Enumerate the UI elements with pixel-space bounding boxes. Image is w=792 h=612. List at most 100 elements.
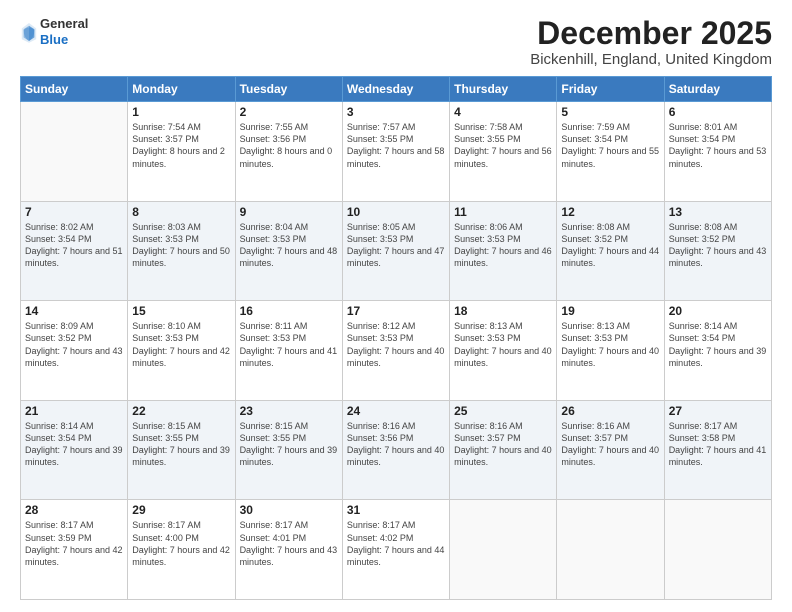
cell-sun-info: Sunrise: 8:06 AMSunset: 3:53 PMDaylight:… xyxy=(454,221,552,270)
col-monday: Monday xyxy=(128,77,235,102)
cell-day-number: 18 xyxy=(454,304,552,318)
table-row: 19Sunrise: 8:13 AMSunset: 3:53 PMDayligh… xyxy=(557,301,664,401)
cell-day-number: 19 xyxy=(561,304,659,318)
table-row: 8 Sunrise: 8:03 AMSunset: 3:53 PMDaylight… xyxy=(128,201,235,301)
cell-sun-info: Sunrise: 7:54 AMSunset: 3:57 PMDaylight:… xyxy=(132,121,230,170)
cell-day-number: 3 xyxy=(347,105,445,119)
table-row xyxy=(664,500,771,600)
cell-sun-info: Sunrise: 8:15 AMSunset: 3:55 PMDaylight:… xyxy=(132,420,230,469)
cell-sun-info: Sunrise: 8:01 AMSunset: 3:54 PMDaylight:… xyxy=(669,121,767,170)
calendar-week-row: 1 Sunrise: 7:54 AMSunset: 3:57 PMDaylight… xyxy=(21,102,772,202)
cell-sun-info: Sunrise: 8:08 AMSunset: 3:52 PMDaylight:… xyxy=(669,221,767,270)
table-row: 22 Sunrise: 8:15 AMSunset: 3:55 PMDayligh… xyxy=(128,400,235,500)
cell-day-number: 5 xyxy=(561,105,659,119)
cell-day-number: 25 xyxy=(454,404,552,418)
cell-sun-info: Sunrise: 8:03 AMSunset: 3:53 PMDaylight:… xyxy=(132,221,230,270)
cell-sun-info: Sunrise: 8:16 AMSunset: 3:57 PMDaylight:… xyxy=(561,420,659,469)
cell-day-number: 14 xyxy=(25,304,123,318)
table-row: 21 Sunrise: 8:14 AMSunset: 3:54 PMDayligh… xyxy=(21,400,128,500)
cell-day-number: 16 xyxy=(240,304,338,318)
cell-sun-info: Sunrise: 8:17 AMSunset: 4:00 PMDaylight:… xyxy=(132,519,230,568)
table-row xyxy=(450,500,557,600)
table-row: 26 Sunrise: 8:16 AMSunset: 3:57 PMDayligh… xyxy=(557,400,664,500)
table-row: 25Sunrise: 8:16 AMSunset: 3:57 PMDayligh… xyxy=(450,400,557,500)
cell-day-number: 11 xyxy=(454,205,552,219)
cell-day-number: 23 xyxy=(240,404,338,418)
calendar-week-row: 21 Sunrise: 8:14 AMSunset: 3:54 PMDayligh… xyxy=(21,400,772,500)
table-row: 5 Sunrise: 7:59 AMSunset: 3:54 PMDaylight… xyxy=(557,102,664,202)
table-row: 12Sunrise: 8:08 AMSunset: 3:52 PMDayligh… xyxy=(557,201,664,301)
table-row: 4 Sunrise: 7:58 AMSunset: 3:55 PMDaylight… xyxy=(450,102,557,202)
cell-sun-info: Sunrise: 8:09 AMSunset: 3:52 PMDaylight:… xyxy=(25,320,123,369)
logo: General Blue xyxy=(20,16,88,47)
cell-sun-info: Sunrise: 7:58 AMSunset: 3:55 PMDaylight:… xyxy=(454,121,552,170)
logo-line2: Blue xyxy=(40,32,88,48)
cell-day-number: 17 xyxy=(347,304,445,318)
logo-line1: General xyxy=(40,16,88,32)
cell-day-number: 10 xyxy=(347,205,445,219)
cell-day-number: 24 xyxy=(347,404,445,418)
table-row: 24 Sunrise: 8:16 AMSunset: 3:56 PMDayligh… xyxy=(342,400,449,500)
table-row: 16 Sunrise: 8:11 AMSunset: 3:53 PMDayligh… xyxy=(235,301,342,401)
location: Bickenhill, England, United Kingdom xyxy=(530,51,772,68)
cell-sun-info: Sunrise: 8:13 AMSunset: 3:53 PMDaylight:… xyxy=(454,320,552,369)
cell-day-number: 6 xyxy=(669,105,767,119)
cell-sun-info: Sunrise: 8:05 AMSunset: 3:53 PMDaylight:… xyxy=(347,221,445,270)
cell-sun-info: Sunrise: 8:12 AMSunset: 3:53 PMDaylight:… xyxy=(347,320,445,369)
col-thursday: Thursday xyxy=(450,77,557,102)
col-saturday: Saturday xyxy=(664,77,771,102)
cell-sun-info: Sunrise: 8:16 AMSunset: 3:56 PMDaylight:… xyxy=(347,420,445,469)
cell-day-number: 12 xyxy=(561,205,659,219)
cell-sun-info: Sunrise: 7:55 AMSunset: 3:56 PMDaylight:… xyxy=(240,121,338,170)
col-tuesday: Tuesday xyxy=(235,77,342,102)
calendar-page: General Blue December 2025 Bickenhill, E… xyxy=(0,0,792,612)
table-row: 13 Sunrise: 8:08 AMSunset: 3:52 PMDayligh… xyxy=(664,201,771,301)
cell-day-number: 29 xyxy=(132,503,230,517)
logo-text: General Blue xyxy=(40,16,88,47)
cell-day-number: 1 xyxy=(132,105,230,119)
table-row: 27Sunrise: 8:17 AMSunset: 3:58 PMDayligh… xyxy=(664,400,771,500)
cell-sun-info: Sunrise: 8:17 AMSunset: 4:01 PMDaylight:… xyxy=(240,519,338,568)
cell-day-number: 28 xyxy=(25,503,123,517)
table-row: 15Sunrise: 8:10 AMSunset: 3:53 PMDayligh… xyxy=(128,301,235,401)
cell-day-number: 20 xyxy=(669,304,767,318)
table-row: 29 Sunrise: 8:17 AMSunset: 4:00 PMDayligh… xyxy=(128,500,235,600)
cell-sun-info: Sunrise: 7:59 AMSunset: 3:54 PMDaylight:… xyxy=(561,121,659,170)
table-row: 20Sunrise: 8:14 AMSunset: 3:54 PMDayligh… xyxy=(664,301,771,401)
cell-day-number: 9 xyxy=(240,205,338,219)
month-title: December 2025 xyxy=(530,16,772,51)
cell-day-number: 8 xyxy=(132,205,230,219)
table-row: 10 Sunrise: 8:05 AMSunset: 3:53 PMDayligh… xyxy=(342,201,449,301)
cell-sun-info: Sunrise: 8:15 AMSunset: 3:55 PMDaylight:… xyxy=(240,420,338,469)
cell-sun-info: Sunrise: 7:57 AMSunset: 3:55 PMDaylight:… xyxy=(347,121,445,170)
table-row: 31Sunrise: 8:17 AMSunset: 4:02 PMDayligh… xyxy=(342,500,449,600)
cell-day-number: 13 xyxy=(669,205,767,219)
table-row: 9 Sunrise: 8:04 AMSunset: 3:53 PMDaylight… xyxy=(235,201,342,301)
cell-sun-info: Sunrise: 8:17 AMSunset: 3:58 PMDaylight:… xyxy=(669,420,767,469)
table-row xyxy=(557,500,664,600)
table-row: 2Sunrise: 7:55 AMSunset: 3:56 PMDaylight… xyxy=(235,102,342,202)
logo-icon xyxy=(20,21,38,43)
calendar-header-row: Sunday Monday Tuesday Wednesday Thursday… xyxy=(21,77,772,102)
cell-sun-info: Sunrise: 8:17 AMSunset: 3:59 PMDaylight:… xyxy=(25,519,123,568)
cell-day-number: 21 xyxy=(25,404,123,418)
cell-sun-info: Sunrise: 8:10 AMSunset: 3:53 PMDaylight:… xyxy=(132,320,230,369)
cell-day-number: 26 xyxy=(561,404,659,418)
cell-day-number: 31 xyxy=(347,503,445,517)
col-friday: Friday xyxy=(557,77,664,102)
cell-sun-info: Sunrise: 8:14 AMSunset: 3:54 PMDaylight:… xyxy=(25,420,123,469)
table-row: 14 Sunrise: 8:09 AMSunset: 3:52 PMDayligh… xyxy=(21,301,128,401)
cell-day-number: 22 xyxy=(132,404,230,418)
table-row: 1 Sunrise: 7:54 AMSunset: 3:57 PMDaylight… xyxy=(128,102,235,202)
cell-day-number: 4 xyxy=(454,105,552,119)
calendar-week-row: 7Sunrise: 8:02 AMSunset: 3:54 PMDaylight… xyxy=(21,201,772,301)
table-row: 3 Sunrise: 7:57 AMSunset: 3:55 PMDaylight… xyxy=(342,102,449,202)
page-header: General Blue December 2025 Bickenhill, E… xyxy=(20,16,772,68)
calendar-week-row: 28 Sunrise: 8:17 AMSunset: 3:59 PMDayligh… xyxy=(21,500,772,600)
cell-day-number: 7 xyxy=(25,205,123,219)
calendar-week-row: 14 Sunrise: 8:09 AMSunset: 3:52 PMDayligh… xyxy=(21,301,772,401)
cell-sun-info: Sunrise: 8:11 AMSunset: 3:53 PMDaylight:… xyxy=(240,320,338,369)
cell-sun-info: Sunrise: 8:04 AMSunset: 3:53 PMDaylight:… xyxy=(240,221,338,270)
table-row: 23 Sunrise: 8:15 AMSunset: 3:55 PMDayligh… xyxy=(235,400,342,500)
table-row: 28 Sunrise: 8:17 AMSunset: 3:59 PMDayligh… xyxy=(21,500,128,600)
